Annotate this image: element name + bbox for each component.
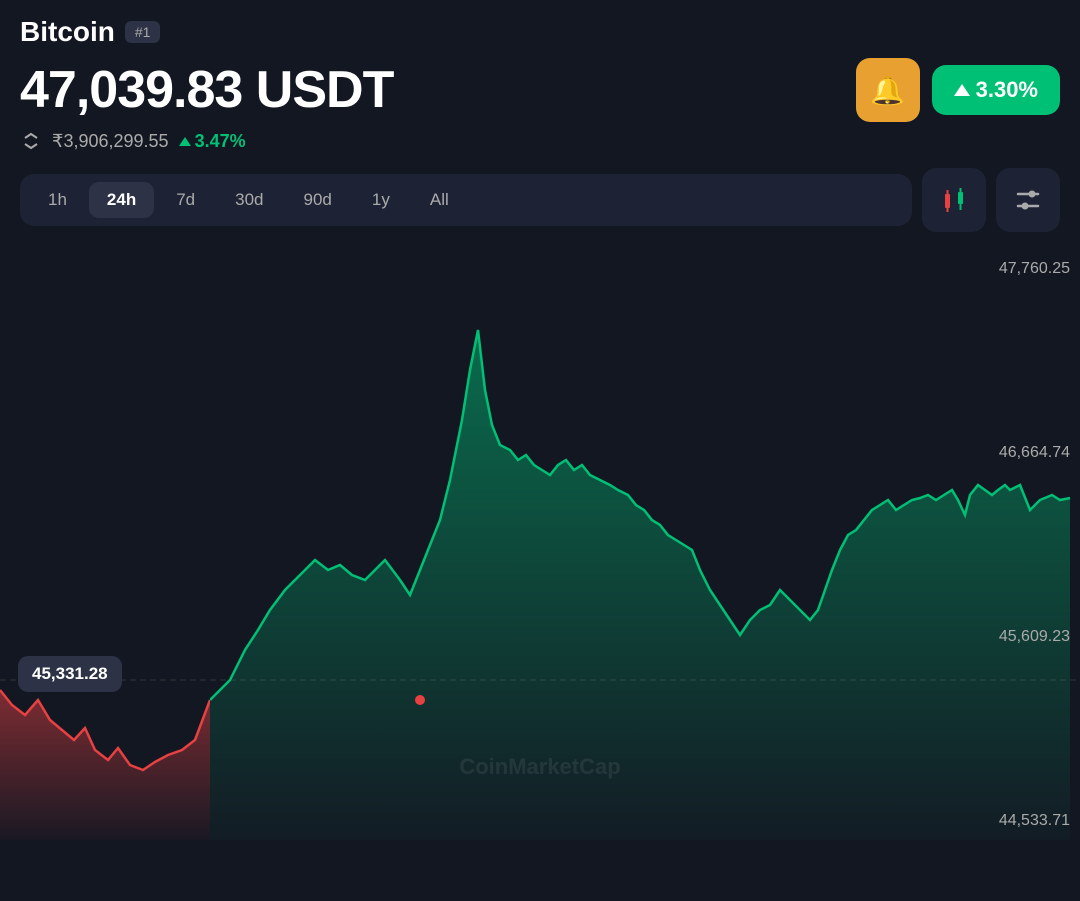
timeframe-bar: 1h 24h 7d 30d 90d 1y All: [20, 174, 912, 226]
tf-7d[interactable]: 7d: [158, 182, 213, 218]
filter-button[interactable]: [996, 168, 1060, 232]
candlestick-icon: [938, 184, 970, 216]
tf-all[interactable]: All: [412, 182, 467, 218]
coin-name: Bitcoin: [20, 16, 115, 48]
alert-button[interactable]: 🔔: [856, 58, 920, 122]
tf-1y[interactable]: 1y: [354, 182, 408, 218]
bell-icon: 🔔: [870, 74, 905, 107]
chart-svg: [0, 250, 1080, 840]
tri-up-icon: [179, 137, 191, 146]
change-percent: 3.30%: [976, 77, 1038, 103]
price-chart: 47,760.25 46,664.74 45,609.23 44,533.71: [0, 250, 1080, 840]
rank-badge: #1: [125, 21, 161, 43]
change-badge: 3.30%: [932, 65, 1060, 115]
current-price: 47,039.83 USDT: [20, 60, 393, 120]
volume-change: 3.47%: [179, 131, 246, 152]
price-tooltip: 45,331.28: [18, 656, 122, 692]
volume-change-pct: 3.47%: [195, 131, 246, 152]
filter-icon: [1012, 184, 1044, 216]
tf-30d[interactable]: 30d: [217, 182, 281, 218]
candlestick-button[interactable]: [922, 168, 986, 232]
volume-value: ₹3,906,299.55: [52, 131, 169, 152]
tf-1h[interactable]: 1h: [30, 182, 85, 218]
tf-24h[interactable]: 24h: [89, 182, 154, 218]
arrow-up-icon: [954, 84, 970, 96]
timeframe-controls: 1h 24h 7d 30d 90d 1y All: [20, 168, 1060, 232]
volume-icon: [20, 130, 42, 152]
tf-90d[interactable]: 90d: [286, 182, 350, 218]
